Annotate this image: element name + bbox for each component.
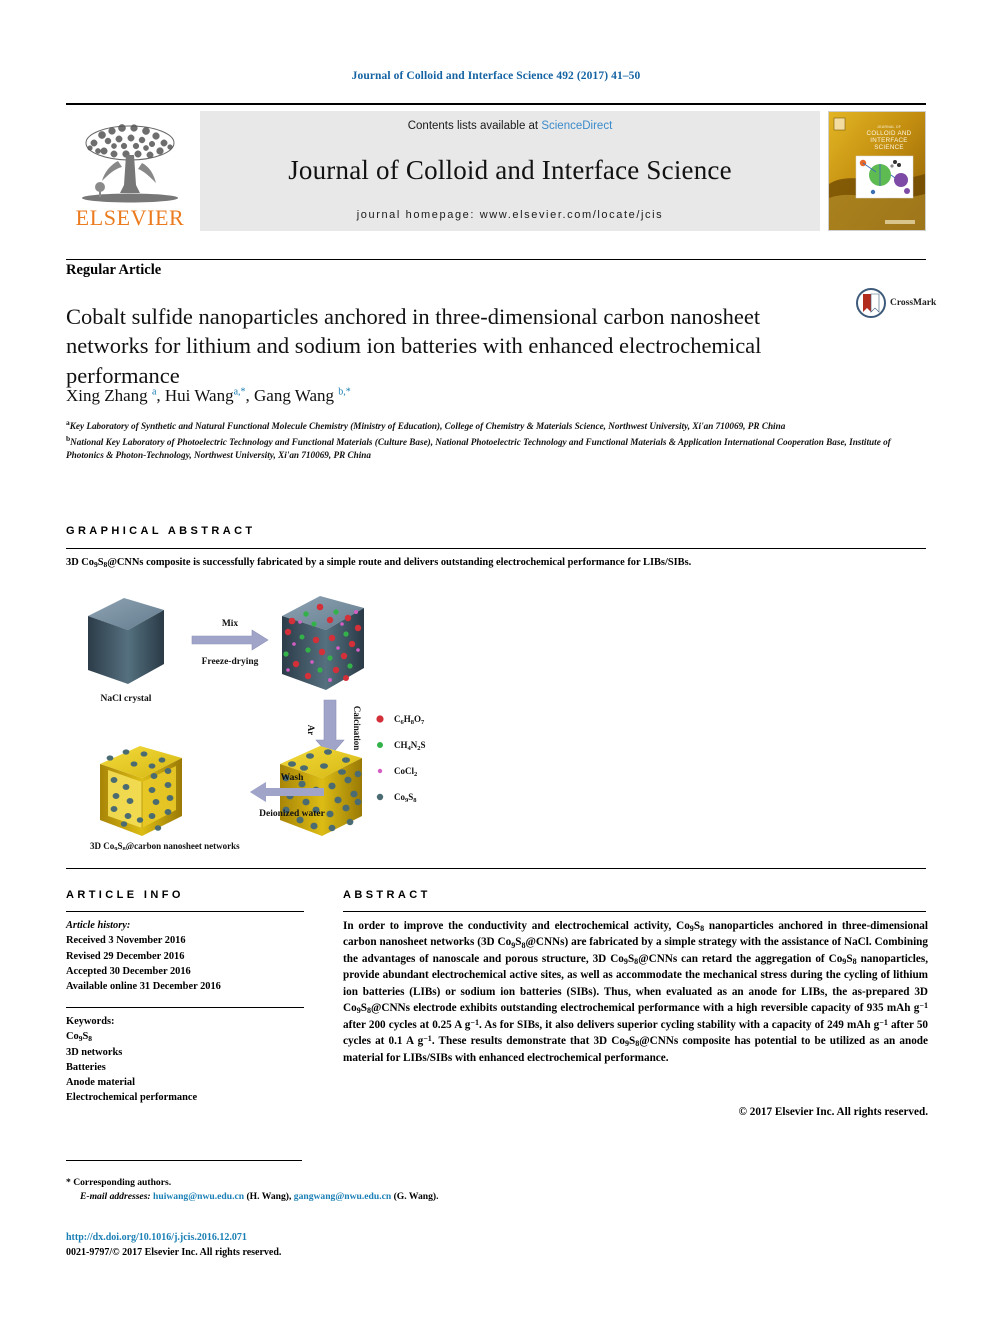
journal-masthead: ELSEVIER Contents lists available at Sci… xyxy=(66,103,926,237)
arrow-calcination-label-2: Calcination xyxy=(352,706,362,751)
legend-swatch-1 xyxy=(377,742,383,748)
article-type-rule xyxy=(66,259,926,260)
abstract-rule xyxy=(343,911,926,912)
contents-lists-line: Contents lists available at ScienceDirec… xyxy=(408,120,613,132)
abstract-heading: ABSTRACT xyxy=(343,889,431,901)
footnote-rule xyxy=(66,1160,302,1161)
journal-cover-thumbnail: JOURNAL OF COLLOID AND INTERFACE SCIENCE xyxy=(828,111,926,231)
legend-label-1: CH4N2S xyxy=(394,740,426,752)
nacl-caption: NaCl crystal xyxy=(101,694,152,704)
page-title: Cobalt sulfide nanoparticles anchored in… xyxy=(66,304,762,388)
svg-text:JOURNAL OF: JOURNAL OF xyxy=(877,125,901,129)
cover-art: JOURNAL OF COLLOID AND INTERFACE SCIENCE xyxy=(829,112,925,230)
affiliation-a: aKey Laboratory of Synthetic and Natural… xyxy=(66,418,928,433)
corresponding-text: Corresponding authors. xyxy=(73,1177,172,1188)
affiliations: aKey Laboratory of Synthetic and Natural… xyxy=(66,418,928,463)
arrow-wash-label-1: Wash xyxy=(281,773,304,783)
article-history-block: Article history: Received 3 November 201… xyxy=(66,918,312,994)
affiliation-b: bNational Key Laboratory of Photoelectri… xyxy=(66,434,928,462)
legend-swatch-2 xyxy=(377,768,383,774)
email-label: E-mail addresses: xyxy=(80,1191,151,1203)
journal-title: Journal of Colloid and Interface Science xyxy=(288,155,732,185)
affiliation-text-b: National Key Laboratory of Photoelectric… xyxy=(66,437,891,461)
email-line: E-mail addresses: huiwang@nwu.edu.cn (H.… xyxy=(66,1190,926,1204)
keywords-rule xyxy=(66,1007,304,1008)
article-info-heading: ARTICLE INFO xyxy=(66,889,184,901)
keywords-block: Keywords: Co9S8 3D networks Batteries An… xyxy=(66,1014,312,1106)
legend-label-2: CoCl2 xyxy=(394,766,417,778)
keyword-item: Batteries xyxy=(66,1061,106,1073)
elsevier-wordmark: ELSEVIER xyxy=(75,205,185,230)
svg-text:INTERFACE: INTERFACE xyxy=(870,137,907,144)
affiliation-text-a: Key Laboratory of Synthetic and Natural … xyxy=(69,421,786,432)
graphical-abstract-heading: GRAPHICAL ABSTRACT xyxy=(66,525,256,537)
elsevier-tree-icon xyxy=(82,124,178,203)
keyword-item: Anode material xyxy=(66,1077,135,1089)
article-history-item: Available online 31 December 2016 xyxy=(66,981,221,993)
crossmark-badge[interactable]: CrossMark xyxy=(856,286,942,320)
abstract-copyright: © 2017 Elsevier Inc. All rights reserved… xyxy=(738,1106,928,1118)
keyword-item: 3D networks xyxy=(66,1046,123,1058)
graphical-abstract-summary: 3D Co9S8@CNNs composite is successfully … xyxy=(66,557,692,569)
masthead-center: Contents lists available at ScienceDirec… xyxy=(200,111,820,231)
running-head: Journal of Colloid and Interface Science… xyxy=(351,70,641,82)
legend-swatch-0 xyxy=(376,715,384,723)
final-network-cube xyxy=(100,746,182,836)
issn-copyright: 0021-9797/© 2017 Elsevier Inc. All right… xyxy=(66,1247,282,1258)
corresponding-authors-line: * Corresponding authors. xyxy=(66,1176,926,1190)
journal-homepage-line[interactable]: journal homepage: www.elsevier.com/locat… xyxy=(357,209,664,221)
arrow-calcination: Ar Calcination xyxy=(306,699,362,757)
abstract-body: In order to improve the conductivity and… xyxy=(343,920,929,1064)
arrow-mix: Mix Freeze-drying xyxy=(191,619,269,667)
lower-section-rule xyxy=(66,868,926,869)
figure-legend: C6H8O7 CH4N2S CoCl2 Co9S8 xyxy=(376,714,426,804)
email-link-1[interactable]: huiwang@nwu.edu.cn xyxy=(153,1191,244,1202)
corresponding-marker: * xyxy=(66,1177,71,1188)
keyword-item: Co9S8 xyxy=(66,1031,92,1044)
article-type-label: Regular Article xyxy=(66,262,162,278)
paper-page: Journal of Colloid and Interface Science… xyxy=(0,0,992,1323)
email-period: . xyxy=(436,1191,439,1203)
footnote-block: * Corresponding authors. E-mail addresse… xyxy=(66,1176,926,1205)
crossmark-label: CrossMark xyxy=(890,298,937,308)
arrow-calcination-label-1: Ar xyxy=(306,725,316,736)
graphical-abstract-rule xyxy=(66,548,926,549)
final-cube-caption: 3D Co9S8@carbon nanosheet networks xyxy=(90,841,240,850)
contents-prefix: Contents lists available at xyxy=(407,120,542,132)
sciencedirect-link[interactable]: ScienceDirect xyxy=(541,120,612,132)
keyword-item: Electrochemical performance xyxy=(66,1092,198,1104)
svg-text:SCIENCE: SCIENCE xyxy=(874,144,904,151)
email-separator: , xyxy=(288,1191,292,1203)
email-person-1: (H. Wang) xyxy=(246,1191,289,1203)
legend-label-3: Co9S8 xyxy=(394,792,417,804)
graphical-abstract-figure: NaCl crystal Mix Freeze-drying Ar Calcin… xyxy=(80,588,520,850)
email-link-2[interactable]: gangwang@nwu.edu.cn xyxy=(294,1191,391,1202)
article-history-item: Revised 29 December 2016 xyxy=(66,950,185,962)
article-info-rule xyxy=(66,911,304,912)
email-person-2: (G. Wang) xyxy=(393,1191,437,1203)
article-history-item: Received 3 November 2016 xyxy=(66,935,186,947)
article-history-item: Accepted 30 December 2016 xyxy=(66,965,191,977)
precursor-cube xyxy=(282,596,364,690)
svg-text:COLLOID AND: COLLOID AND xyxy=(867,130,912,137)
arrow-mix-label-2: Freeze-drying xyxy=(202,657,259,667)
synthesis-scheme-diagram: NaCl crystal Mix Freeze-drying Ar Calcin… xyxy=(88,596,426,850)
nacl-crystal-cube xyxy=(88,598,164,684)
arrow-wash-label-2: Deionized water xyxy=(259,809,325,819)
arrow-mix-label-1: Mix xyxy=(222,619,239,629)
article-history-label: Article history: xyxy=(66,920,131,931)
legend-swatch-3 xyxy=(376,793,384,801)
doi-link[interactable]: http://dx.doi.org/10.1016/j.jcis.2016.12… xyxy=(66,1232,247,1243)
keywords-label: Keywords: xyxy=(66,1016,115,1027)
author-list: Xing Zhang a, Hui Wanga,*, Gang Wang b,* xyxy=(66,386,351,405)
crossmark-icon xyxy=(856,288,886,318)
legend-label-0: C6H8O7 xyxy=(394,714,425,726)
elsevier-logo: ELSEVIER xyxy=(66,111,194,231)
